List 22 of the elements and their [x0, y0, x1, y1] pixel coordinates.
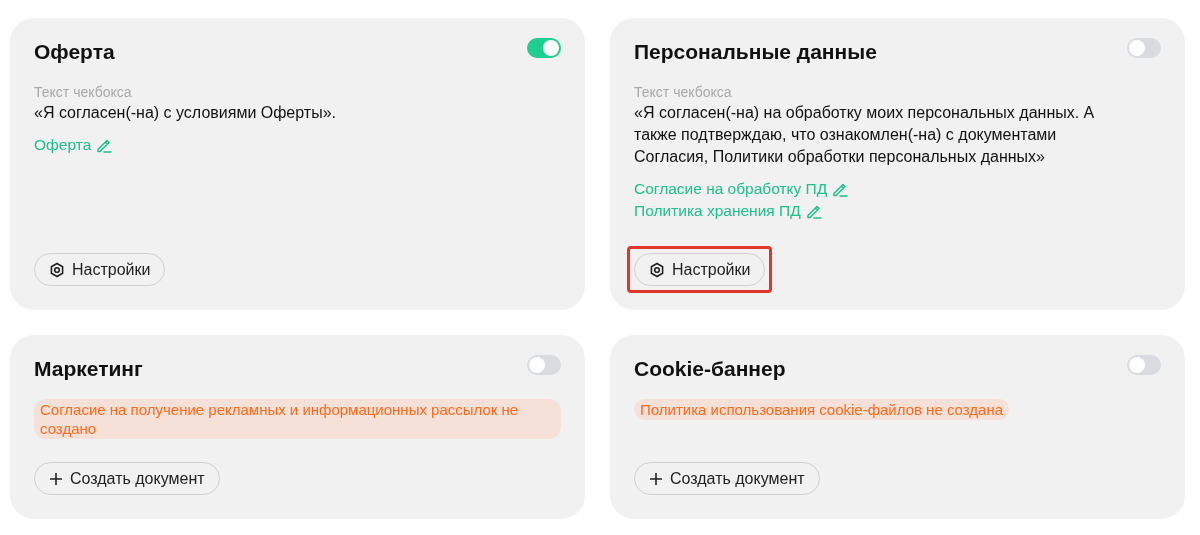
- card-title: Оферта: [34, 40, 115, 64]
- checkbox-text: «Я согласен(-на) с условиями Оферты».: [34, 103, 337, 123]
- create-button[interactable]: Создать документ: [634, 462, 820, 495]
- toggle-switch[interactable]: [1127, 355, 1161, 375]
- settings-button[interactable]: Настройки: [634, 253, 766, 286]
- field-caption: Текст чекбокса: [634, 84, 733, 100]
- plus-icon: [49, 471, 63, 486]
- hexagon-icon: [649, 261, 665, 278]
- card-title: Персональные данные: [634, 40, 877, 64]
- field-caption: Текст чекбокса: [34, 84, 133, 100]
- toggle-switch[interactable]: [527, 355, 561, 375]
- toggle-switch[interactable]: [1127, 38, 1161, 58]
- hexagon-icon: [49, 261, 65, 278]
- settings-button[interactable]: Настройки: [34, 253, 166, 286]
- plus-icon: [649, 471, 663, 486]
- card-title: Маркетинг: [34, 357, 143, 381]
- warning-message: Политика использования cookie-файлов не создана: [634, 399, 1010, 420]
- create-button[interactable]: Создать документ: [34, 462, 220, 495]
- warning-message: Согласие на получение рекламных и информационных рассылок не создано: [34, 399, 561, 439]
- card-title: Cookie-баннер: [634, 357, 786, 381]
- checkbox-text: «Я согласен(-на) на обработку моих персональных данных. А также подтверждаю, что ознакомлен(-на) с документами Согласия, Политики обработки персональных данных»: [634, 103, 1096, 167]
- toggle-switch[interactable]: [527, 38, 561, 58]
